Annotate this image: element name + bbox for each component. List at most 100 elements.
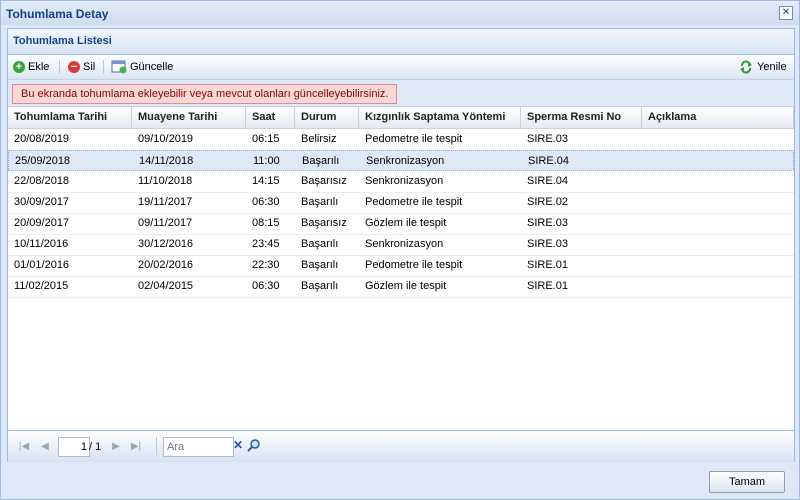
panel-title: Tohumlama Listesi (13, 35, 112, 47)
table-cell: SIRE.01 (527, 280, 568, 292)
message-bar: Bu ekranda tohumlama ekleyebilir veya me… (8, 80, 794, 107)
table-cell: 30/09/2017 (14, 196, 70, 208)
table-cell: Başarılı (301, 280, 339, 292)
table-cell: SIRE.02 (527, 196, 568, 208)
table-cell: 01/01/2016 (14, 259, 70, 271)
table-row[interactable]: 10/11/2016 30/12/2016 23:45 Başarılı Senkron… (8, 234, 794, 256)
table-cell: Belirsiz (301, 133, 337, 145)
table-cell: 06:30 (252, 280, 280, 292)
next-page-icon[interactable]: ▶ (109, 440, 123, 454)
table-cell (643, 151, 795, 171)
search-icon[interactable] (246, 437, 262, 453)
refresh-button[interactable]: Yenile (739, 59, 787, 75)
table-cell: 14/11/2018 (139, 155, 194, 167)
refresh-button-label: Yenile (757, 61, 787, 73)
table-cell: Başarılı (301, 196, 339, 208)
table-cell: Gözlem ile tespit (365, 280, 447, 292)
column-header[interactable]: Kızgınlık Saptama Yöntemi (359, 107, 521, 128)
page-count: / 1 (89, 441, 102, 453)
table-cell: Başarısız (301, 175, 347, 187)
table-cell: 02/04/2015 (138, 280, 194, 292)
window-header: Tohumlama Detay ✕ (1, 1, 799, 25)
delete-button-label: Sil (83, 61, 96, 73)
table-cell: Pedometre ile tespit (365, 259, 463, 271)
table-cell: 06:15 (252, 133, 280, 145)
table-cell: Pedometre ile tespit (365, 133, 463, 145)
list-panel: Tohumlama Listesi + Ekle − Sil Güncelle (7, 28, 795, 462)
table-row[interactable]: 20/08/2019 09/10/2019 06:15 Belirsiz Pedomet… (8, 129, 794, 151)
table-row[interactable]: 01/01/2016 20/02/2016 22:30 Başarılı Pedomet… (8, 255, 794, 277)
close-icon[interactable]: ✕ (779, 6, 793, 20)
dialog-window: Tohumlama Detay ✕ Tohumlama Listesi + Ek… (0, 0, 800, 500)
table-cell: 25/09/2018 (15, 155, 71, 167)
toolbar: + Ekle − Sil Güncelle Yenile (8, 55, 794, 80)
window-title: Tohumlama Detay (6, 7, 109, 21)
delete-icon: − (68, 61, 80, 73)
column-header[interactable]: Muayene Tarihi (132, 107, 246, 128)
table-cell: 06:30 (252, 196, 280, 208)
last-page-icon[interactable]: ▶| (129, 440, 143, 454)
add-button-label: Ekle (28, 61, 50, 73)
delete-button[interactable]: − Sil (68, 59, 95, 75)
table-cell: Başarılı (301, 238, 339, 250)
column-header[interactable]: Durum (295, 107, 359, 128)
column-header[interactable]: Saat (246, 107, 295, 128)
table-row[interactable]: 25/09/2018 14/11/2018 11:00 Başarılı Senkron… (8, 150, 794, 171)
table-cell: SIRE.03 (527, 217, 568, 229)
pager-toolbar: |◀ ◀ / 1 ▶ ▶| ✕ (8, 430, 794, 462)
table-cell: 09/11/2017 (138, 217, 193, 229)
update-button[interactable]: Güncelle (111, 59, 173, 75)
column-header[interactable]: Sperma Resmi No (521, 107, 642, 128)
table-cell: SIRE.03 (527, 133, 568, 145)
table-cell (642, 213, 794, 233)
column-header[interactable]: Tohumlama Tarihi (8, 107, 132, 128)
table-cell: Başarısız (301, 217, 347, 229)
table-cell (642, 129, 794, 149)
table-cell: Pedometre ile tespit (365, 196, 463, 208)
table-cell (642, 171, 794, 191)
search-input[interactable] (163, 437, 234, 457)
table-row[interactable]: 30/09/2017 19/11/2017 06:30 Başarılı Pedomet… (8, 192, 794, 214)
table-cell: SIRE.04 (528, 155, 569, 167)
panel-header: Tohumlama Listesi (8, 29, 794, 55)
first-page-icon[interactable]: |◀ (17, 440, 31, 454)
edit-window-icon (111, 60, 127, 74)
pager-divider (156, 437, 157, 455)
info-message: Bu ekranda tohumlama ekleyebilir veya me… (12, 84, 398, 104)
grid-body: 20/08/2019 09/10/2019 06:15 Belirsiz Pedomet… (8, 129, 794, 429)
table-cell: Başarılı (301, 259, 339, 271)
table-cell (642, 276, 794, 296)
clear-search-icon[interactable]: ✕ (232, 438, 244, 452)
table-cell: Senkronizasyon (366, 155, 445, 167)
table-cell: SIRE.03 (527, 238, 568, 250)
table-row[interactable]: 22/08/2018 11/10/2018 14:15 Başarısız Senkro… (8, 171, 794, 193)
add-button[interactable]: + Ekle (13, 59, 49, 75)
grid-header: Tohumlama Tarihi Muayene Tarihi Saat Durum K… (8, 107, 794, 129)
table-row[interactable]: 20/09/2017 09/11/2017 08:15 Başarısız Gözlem… (8, 213, 794, 235)
table-cell: 20/02/2016 (138, 259, 194, 271)
table-cell: Senkronizasyon (365, 238, 444, 250)
table-cell: SIRE.01 (527, 259, 568, 271)
table-cell: Senkronizasyon (365, 175, 444, 187)
table-cell: 20/09/2017 (14, 217, 70, 229)
table-cell: 11:00 (253, 155, 280, 167)
prev-page-icon[interactable]: ◀ (38, 440, 52, 454)
table-cell: 10/11/2016 (14, 238, 69, 250)
table-cell: 14:15 (252, 175, 280, 187)
table-cell: 11/02/2015 (14, 280, 69, 292)
table-cell: 22:30 (252, 259, 280, 271)
table-cell: 22/08/2018 (14, 175, 70, 187)
toolbar-divider (59, 60, 60, 74)
update-button-label: Güncelle (130, 61, 174, 73)
add-icon: + (13, 61, 25, 73)
table-cell (642, 192, 794, 212)
page-number-input[interactable] (58, 437, 90, 457)
ok-button[interactable]: Tamam (709, 471, 785, 493)
table-cell: 11/10/2018 (138, 175, 193, 187)
table-row[interactable]: 11/02/2015 02/04/2015 06:30 Başarılı Gözlem … (8, 276, 794, 298)
table-cell: 09/10/2019 (138, 133, 194, 145)
column-header[interactable]: Açıklama (642, 107, 794, 128)
refresh-icon (740, 60, 752, 74)
table-cell (642, 234, 794, 254)
table-cell: 30/12/2016 (138, 238, 194, 250)
